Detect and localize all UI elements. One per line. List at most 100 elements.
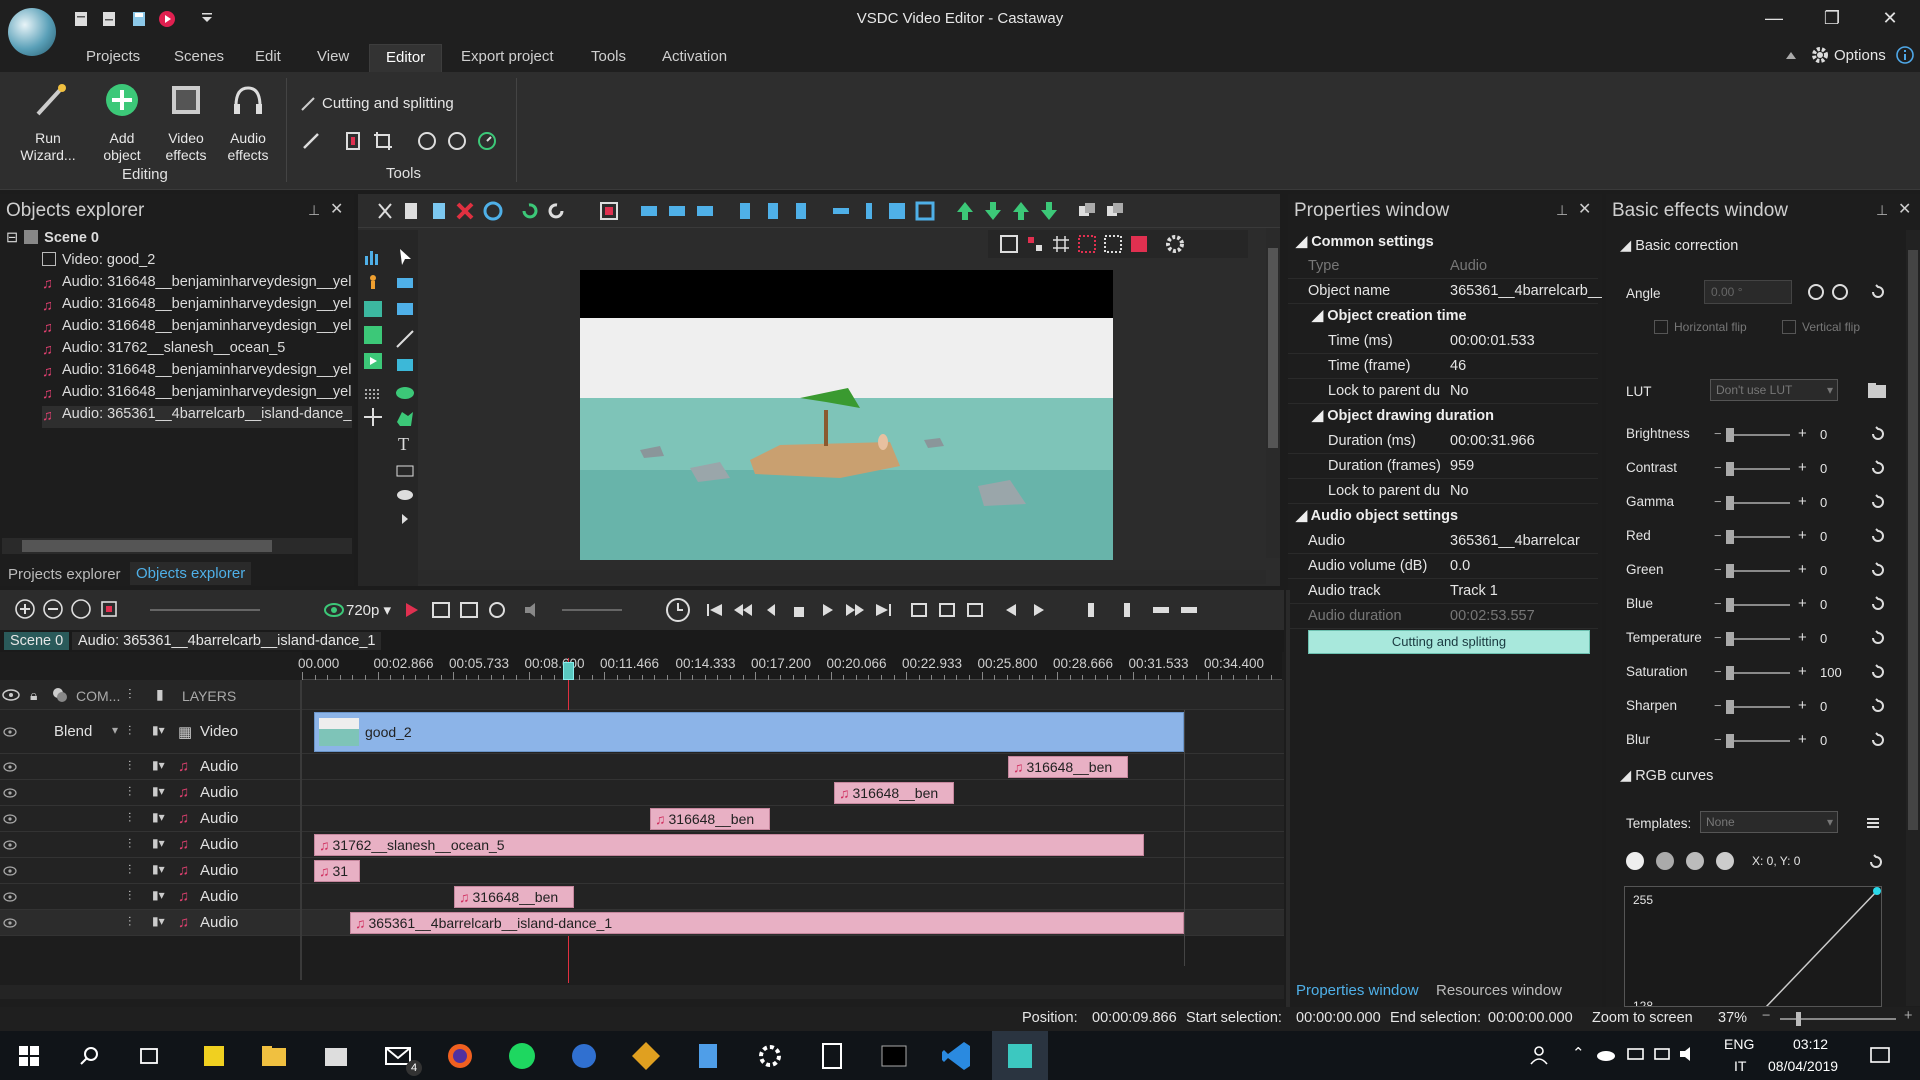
close-button[interactable]: ✕ [1876, 8, 1904, 32]
timeline-clip[interactable]: ♫ 365361__4barrelcarb__island-dance_1 [350, 912, 1184, 934]
more-tools-icon[interactable] [394, 508, 416, 530]
git-icon[interactable] [628, 1038, 664, 1074]
track-menu-icon[interactable]: ▮▾ [152, 914, 165, 928]
volume-icon[interactable] [522, 599, 544, 621]
drawing-duration-header[interactable]: ◢ Object drawing duration [1312, 408, 1494, 424]
creation-time-header[interactable]: ◢ Object creation time [1312, 308, 1467, 324]
timeline-zoom-slider[interactable] [150, 609, 260, 611]
timeline-clip[interactable]: ♫ 316648__ben [1008, 756, 1128, 778]
table-row[interactable]: ⫶ ▮▾ ♫ Audio [0, 858, 1284, 884]
plus-icon[interactable]: + [1798, 493, 1807, 510]
group-icon[interactable] [1076, 200, 1098, 222]
tree-item[interactable]: ♫ Audio: 316648__benjaminharveydesign__ye… [42, 274, 352, 296]
fast-forward-icon[interactable] [844, 599, 866, 621]
table-row[interactable]: ⫶ ▮▾ ♫ Audio [0, 780, 1284, 806]
loop-icon[interactable] [486, 599, 508, 621]
notifications-icon[interactable] [1868, 1044, 1892, 1068]
chevron-down-icon[interactable]: ▾ [112, 723, 118, 737]
menu-tools[interactable]: Tools [591, 48, 626, 65]
plus-icon[interactable]: + [1798, 629, 1807, 646]
add-object-button[interactable]: Add object [92, 130, 152, 164]
eye-icon[interactable] [3, 727, 17, 737]
fx-value[interactable]: 0 [1820, 597, 1827, 612]
go-start-icon[interactable] [704, 599, 726, 621]
volume-slider[interactable] [562, 609, 622, 611]
marker-in-icon[interactable] [908, 599, 930, 621]
fx-slider[interactable] [1726, 604, 1790, 606]
folder-icon[interactable] [1866, 380, 1888, 400]
same-size-icon[interactable] [886, 200, 908, 222]
rectangle-tool-icon[interactable] [394, 272, 416, 294]
minus-icon[interactable]: − [1714, 630, 1722, 645]
callout-icon[interactable] [394, 486, 416, 508]
fx-value[interactable]: 0 [1820, 733, 1827, 748]
tree-item[interactable]: ♫ Audio: 31762__slanesh__ocean_5 [42, 340, 352, 362]
file-explorer-icon[interactable] [256, 1038, 292, 1074]
prop-value[interactable]: 959 [1450, 458, 1602, 474]
delete-icon[interactable] [454, 200, 476, 222]
menu-view[interactable]: View [317, 48, 349, 65]
fx-slider[interactable] [1726, 570, 1790, 572]
sprite-icon[interactable] [362, 272, 384, 294]
move-down-icon[interactable] [982, 200, 1004, 222]
menu-projects[interactable]: Projects [86, 48, 140, 65]
templates-select[interactable]: None ▾ [1700, 811, 1838, 833]
spotify-icon[interactable] [504, 1038, 540, 1074]
prop-value[interactable]: 00:00:01.533 [1450, 333, 1602, 349]
fx-value[interactable]: 0 [1820, 495, 1827, 510]
plus-icon[interactable]: + [1798, 561, 1807, 578]
panel-close-icon[interactable]: ✕ [1898, 199, 1911, 219]
pin-icon[interactable]: ⊥ [1876, 202, 1888, 219]
next-marker-icon[interactable] [1028, 599, 1050, 621]
document-icon[interactable] [690, 1038, 726, 1074]
battery-icon[interactable] [1626, 1046, 1646, 1062]
zoom-out-icon[interactable] [42, 598, 64, 620]
reset-icon[interactable] [1868, 560, 1888, 580]
rgb-curve-editor[interactable]: 255 128 [1624, 886, 1882, 1007]
plus-icon[interactable]: + [1798, 527, 1807, 544]
vscode-icon[interactable] [938, 1038, 974, 1074]
eye-icon[interactable] [3, 866, 17, 876]
fx-value[interactable]: 0 [1820, 529, 1827, 544]
preview-mode-icon[interactable] [430, 599, 452, 621]
fx-slider-knob[interactable] [1726, 530, 1734, 544]
zoom-selection-icon[interactable] [98, 598, 120, 620]
run-wizard-button[interactable]: Run Wizard... [16, 130, 80, 164]
prop-row-lock-parent[interactable]: Lock to parent du No [1288, 379, 1598, 404]
plus-icon[interactable]: + [1798, 459, 1807, 476]
audio-settings-header[interactable]: ◢ Audio object settings [1296, 508, 1458, 524]
distribute-h-icon[interactable] [858, 200, 880, 222]
reset-icon[interactable] [1866, 852, 1886, 872]
rotate-ccw-icon[interactable] [1806, 282, 1826, 302]
timeline-clip[interactable]: ♫ 31762__slanesh__ocean_5 [314, 834, 1144, 856]
waveform-icon[interactable]: ⫶ [128, 784, 131, 800]
redo-icon[interactable] [546, 200, 568, 222]
prop-value[interactable]: 00:00:31.966 [1450, 433, 1602, 449]
eye-icon[interactable] [3, 892, 17, 902]
table-row[interactable]: ⫶ ▮▾ ♫ Audio [0, 884, 1284, 910]
stretch-icon[interactable] [914, 200, 936, 222]
marker-clear-icon[interactable] [964, 599, 986, 621]
clock-time[interactable]: 03:12 [1793, 1036, 1828, 1052]
fx-slider[interactable] [1726, 740, 1790, 742]
preview-vscrollbar[interactable] [1266, 228, 1280, 558]
blend-select[interactable]: Blend [54, 723, 92, 740]
track-menu-icon[interactable]: ▮▾ [152, 810, 165, 824]
line-tool-icon[interactable] [394, 328, 416, 350]
waveform-icon[interactable]: ⫶ [128, 914, 131, 930]
reset-icon[interactable] [1868, 662, 1888, 682]
fx-slider-knob[interactable] [1726, 666, 1734, 680]
minus-icon[interactable]: − [1714, 528, 1722, 543]
minus-icon[interactable]: − [1714, 732, 1722, 747]
waveform-icon[interactable]: ⫶ [128, 810, 131, 826]
waveform-icon[interactable]: ⫶ [128, 723, 131, 739]
fx-slider[interactable] [1726, 672, 1790, 674]
scrollbar-thumb[interactable] [22, 540, 272, 552]
prop-row-audio-volume[interactable]: Audio volume (dB) 0.0 [1288, 554, 1598, 579]
fx-slider-knob[interactable] [1726, 462, 1734, 476]
language-it[interactable]: IT [1734, 1058, 1746, 1074]
rgb-curves-header[interactable]: ◢ RGB curves [1620, 768, 1713, 784]
track-menu-icon[interactable]: ▮▾ [152, 862, 165, 876]
track-menu-icon[interactable]: ▮▾ [152, 723, 165, 737]
menu-activation[interactable]: Activation [662, 48, 727, 65]
